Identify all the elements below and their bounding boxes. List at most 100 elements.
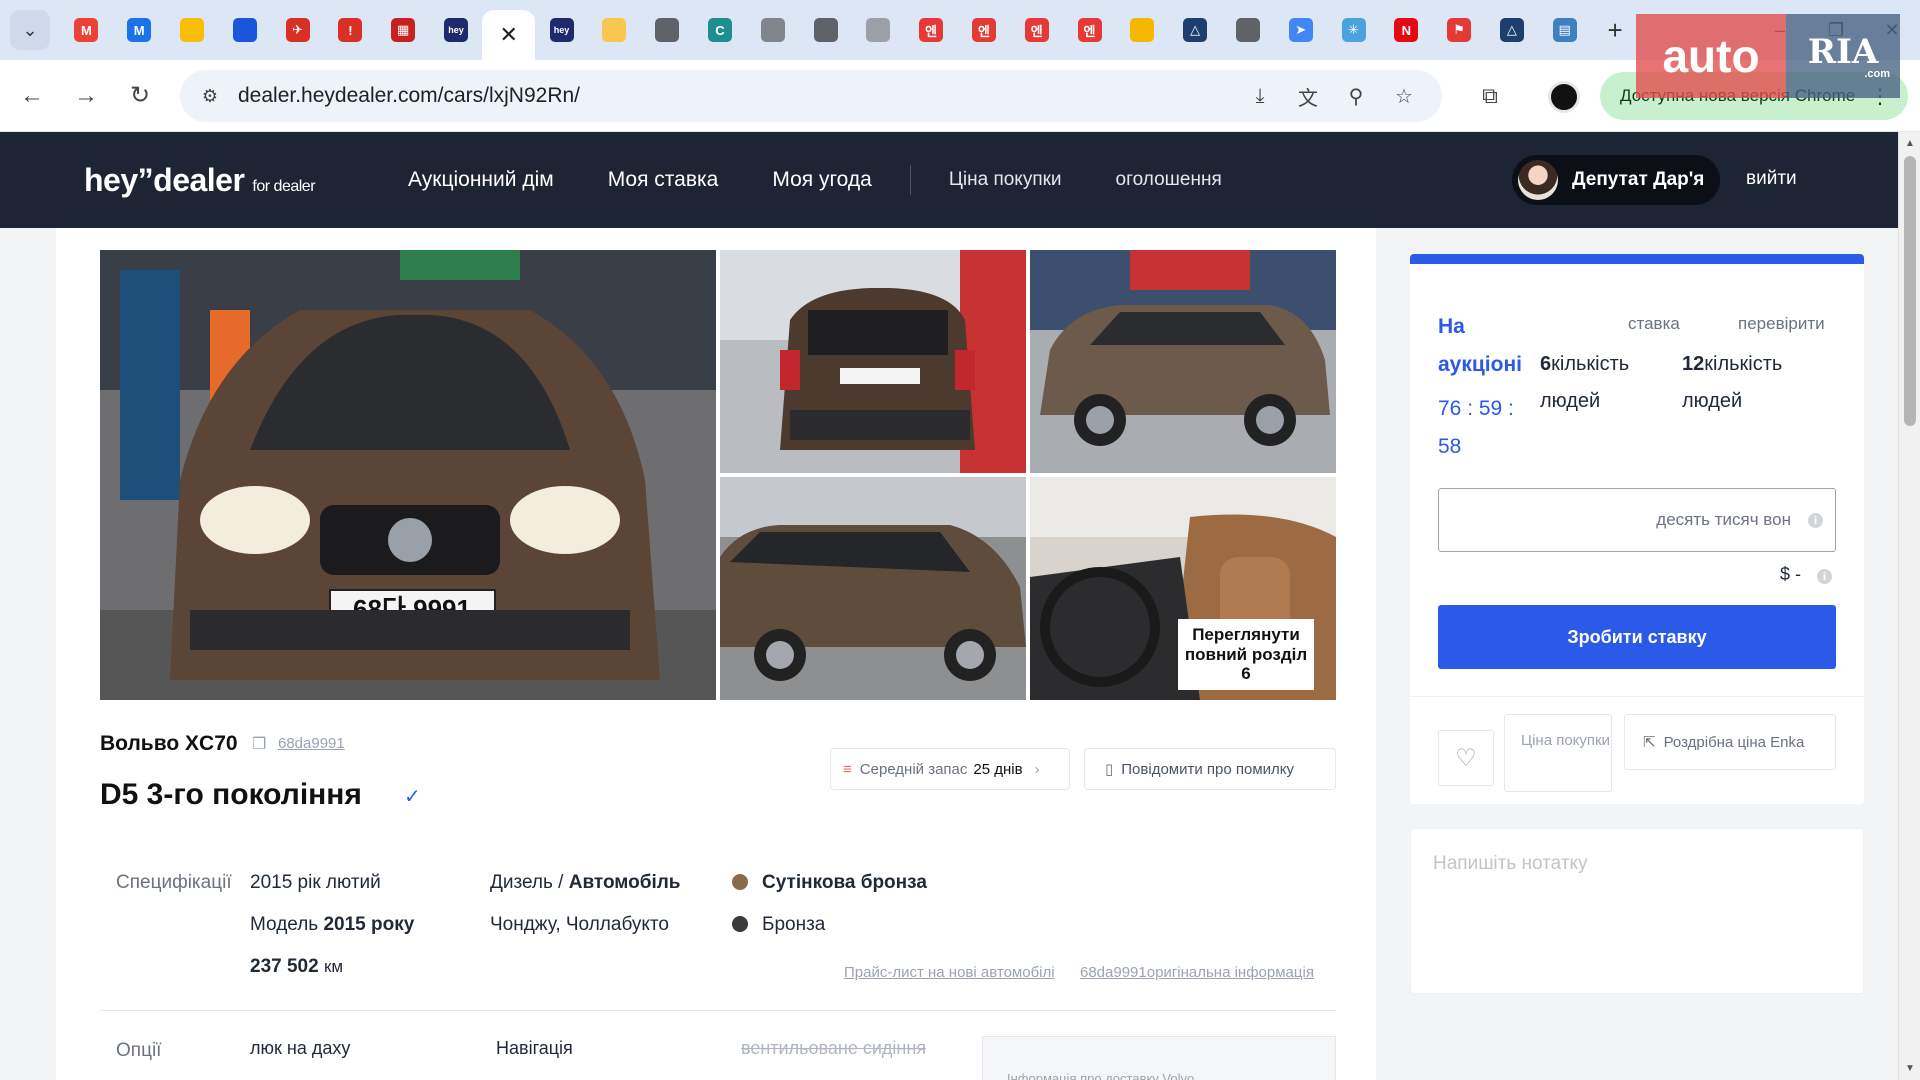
tab-hey-2[interactable]: hey (535, 8, 588, 52)
tab-search-menu-icon[interactable]: ⌄ (10, 10, 50, 50)
check-count: 12кількість людей (1682, 346, 1802, 420)
tab-doc[interactable] (852, 8, 905, 52)
tab-globe-3[interactable] (1222, 8, 1275, 52)
site-header: hey”dealer for dealer Аукціонний дім Моя … (0, 132, 1898, 228)
tab-shield[interactable] (218, 8, 271, 52)
bid-amount-input[interactable] (1438, 488, 1836, 552)
spec-model-year: Модель 2015 року (250, 914, 414, 936)
translate-icon[interactable]: 文 (1284, 82, 1332, 111)
nav-announcements[interactable]: оголошення (1116, 169, 1222, 191)
option-ventilated-seat: вентильоване сидіння (741, 1038, 927, 1058)
site-info-icon[interactable]: ⚙ (188, 74, 232, 118)
tab-delta-2[interactable]: △ (1486, 8, 1539, 52)
watermark-com: .com (1864, 68, 1890, 80)
bookmark-star-icon[interactable]: ☆ (1380, 84, 1428, 109)
address-bar[interactable]: ⚙ dealer.heydealer.com/cars/lxjN92Rn/ ⤓ … (180, 70, 1442, 122)
nav-my-deal[interactable]: Моя угода (772, 168, 871, 192)
watermark-ria: RIA .com (1786, 14, 1900, 98)
heydealer-logo[interactable]: hey”dealer for dealer (84, 162, 316, 199)
tab-triangle[interactable]: ! (324, 8, 377, 52)
purchase-price-button[interactable]: Ціна покупки (1504, 714, 1612, 792)
tab-card[interactable]: ▤ (1538, 8, 1591, 52)
tab-globe-1[interactable] (641, 8, 694, 52)
exterior-color-swatch (732, 874, 748, 890)
scroll-up-icon[interactable]: ▲ (1905, 138, 1915, 149)
tab-n[interactable]: N (1380, 8, 1433, 52)
page-scrollbar[interactable]: ▲ ▼ (1898, 132, 1920, 1080)
favicon-icon (602, 18, 627, 42)
nav-my-bid[interactable]: Моя ставка (608, 168, 719, 192)
tab-globe-2[interactable] (799, 8, 852, 52)
photo-main-front[interactable]: 68다 9991 (100, 250, 716, 700)
favicon-icon: ⚑ (1447, 18, 1472, 42)
new-car-pricelist-link[interactable]: Прайс-лист на нові автомобілі (844, 964, 1055, 981)
tab-encar-3[interactable]: 엔 (1010, 8, 1063, 52)
tab-encar-4[interactable]: 엔 (1063, 8, 1116, 52)
forward-icon[interactable]: → (64, 74, 108, 118)
tab-plane[interactable]: ✈ (271, 8, 324, 52)
tab-active[interactable]: ✕ (482, 10, 536, 60)
place-bid-button[interactable]: Зробити ставку (1438, 605, 1836, 669)
bid-count-unit: кількість людей (1540, 353, 1630, 412)
photo-interior[interactable]: Переглянути повний розділ 6 (1030, 477, 1336, 700)
plate-number-link[interactable]: 68da9991 (278, 735, 345, 752)
spec-interior-color: Бронза (762, 914, 826, 935)
car-model-title: D5 3-го покоління (100, 778, 362, 811)
volvo-info-box[interactable]: Інформація про доставку Volvo (982, 1036, 1336, 1080)
browser-tabstrip: ⌄ MM✈!▦hey✕heyC엔엔엔엔△➤✳N⚑△▤ + – ❐ ✕ (0, 0, 1920, 60)
original-info-link[interactable]: 68da9991оригінальна інформація (1080, 964, 1314, 981)
tab-grid[interactable]: ▦ (377, 8, 430, 52)
nav-auction-house[interactable]: Аукціонний дім (408, 168, 554, 192)
photo-side[interactable] (1030, 250, 1336, 473)
tab-encar-1[interactable]: 엔 (905, 8, 958, 52)
favicon-icon (813, 18, 838, 42)
average-stock-button[interactable]: ≡ Середній запас 25 днів › (830, 748, 1070, 790)
reload-icon[interactable]: ↻ (118, 74, 162, 118)
tab-delta-1[interactable]: △ (1169, 8, 1222, 52)
address-bar-actions: ⤓ 文 ⚲ ☆ (1236, 70, 1428, 122)
report-error-button[interactable]: ▯ Повідомити про помилку (1084, 748, 1336, 790)
favorite-heart-icon[interactable]: ♡ (1438, 730, 1494, 786)
tab-c[interactable]: C (694, 8, 747, 52)
url-text[interactable]: dealer.heydealer.com/cars/lxjN92Rn/ (238, 84, 580, 108)
auction-timer: 76 : 59 : 58 (1438, 397, 1514, 458)
tab-hey-1[interactable]: hey (430, 8, 483, 52)
extensions-icon[interactable]: ⧉ (1468, 74, 1512, 118)
scrollbar-thumb[interactable] (1904, 156, 1916, 426)
spec-fuel-body: Дизель / Автомобіль (490, 872, 681, 894)
view-all-photos-button[interactable]: Переглянути повний розділ 6 (1178, 619, 1314, 690)
user-menu[interactable]: Депутат Дар'я (1512, 155, 1720, 205)
profile-avatar[interactable] (1548, 81, 1580, 113)
usd-info-icon[interactable]: i (1817, 569, 1832, 584)
info-icon[interactable]: i (1808, 513, 1823, 528)
tab-mail[interactable]: M (113, 8, 166, 52)
install-app-icon[interactable]: ⤓ (1236, 85, 1284, 108)
tab-bar[interactable] (1116, 8, 1169, 52)
tab-gmail[interactable]: M (60, 8, 113, 52)
nav-purchase-price[interactable]: Ціна покупки (949, 169, 1062, 191)
auction-panel: На аукціоні 76 : 59 : 58 ставка перевіри… (1410, 254, 1864, 804)
back-icon[interactable]: ← (10, 74, 54, 118)
favicon-icon: N (1394, 18, 1419, 42)
note-textarea[interactable] (1410, 828, 1864, 994)
tab-keep[interactable] (166, 8, 219, 52)
favicon-icon: △ (1499, 18, 1524, 42)
tab-flag[interactable]: ⚑ (1433, 8, 1486, 52)
tab-arrow[interactable]: ➤ (1274, 8, 1327, 52)
close-tab-icon[interactable]: ✕ (497, 22, 521, 47)
photo-side-left[interactable] (720, 477, 1026, 700)
tab-search[interactable] (746, 8, 799, 52)
photo-rear[interactable] (720, 250, 1026, 473)
tab-encar-2[interactable]: 엔 (958, 8, 1011, 52)
tab-star[interactable]: ✳ (1327, 8, 1380, 52)
check-count-value: 12 (1682, 353, 1705, 375)
zoom-icon[interactable]: ⚲ (1332, 84, 1380, 109)
scroll-down-icon[interactable]: ▼ (1905, 1063, 1915, 1074)
logout-link[interactable]: вийти (1746, 168, 1797, 190)
copy-plate-icon[interactable]: ❐ (252, 734, 266, 754)
favicon-icon (1235, 18, 1260, 42)
tab-yellow[interactable] (588, 8, 641, 52)
new-tab-button[interactable]: + (1595, 10, 1635, 50)
browser-toolbar: ← → ↻ ⚙ dealer.heydealer.com/cars/lxjN92… (0, 60, 1920, 132)
retail-price-button[interactable]: ⇱ Роздрібна ціна Enka (1624, 714, 1836, 770)
